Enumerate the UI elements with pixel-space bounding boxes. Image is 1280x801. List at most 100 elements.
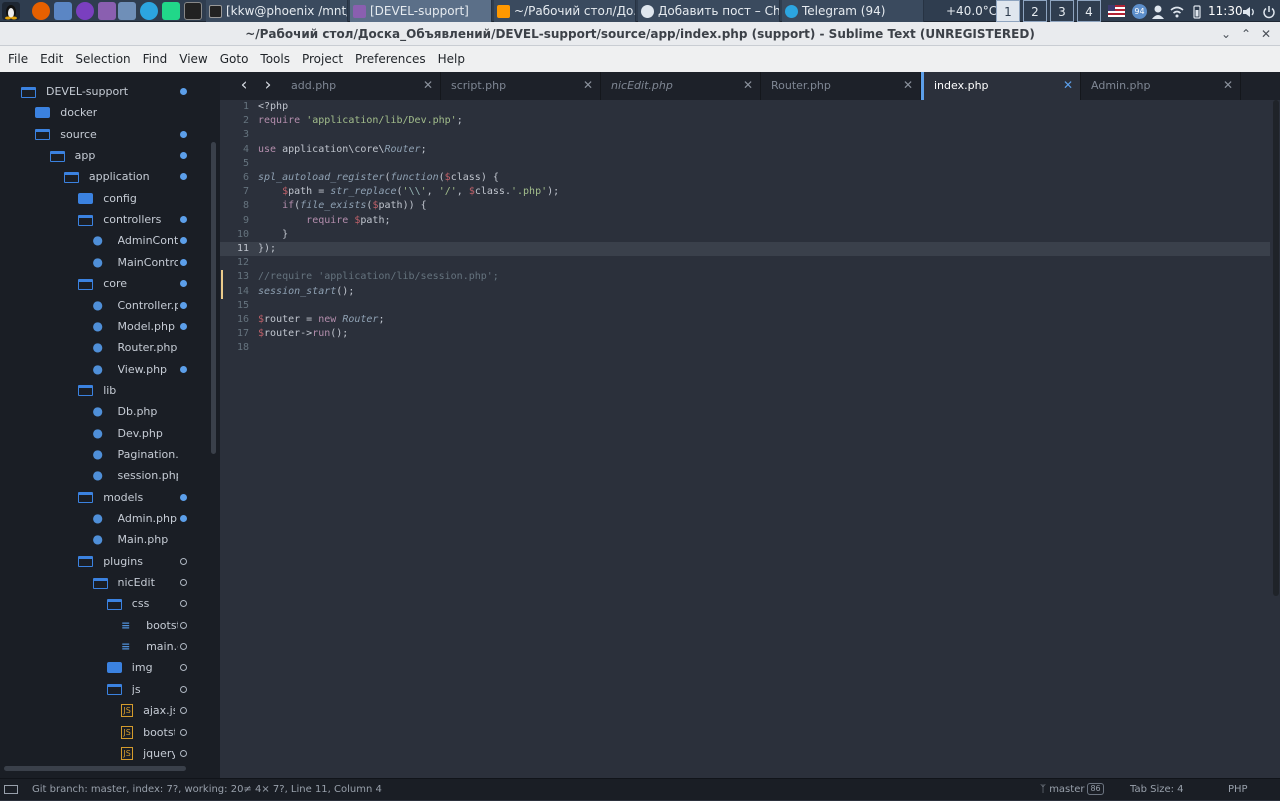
- sidebar-item[interactable]: lib: [0, 380, 210, 401]
- code-line[interactable]: [258, 157, 1270, 171]
- workspace-3[interactable]: 3: [1050, 0, 1074, 22]
- sidebar-item[interactable]: nicEdit: [0, 572, 210, 593]
- menu-project[interactable]: Project: [296, 46, 349, 72]
- tab-script-php[interactable]: script.php ✕: [441, 72, 601, 100]
- code-line[interactable]: }: [258, 228, 1270, 242]
- git-branch[interactable]: ᛉ master 86: [1040, 779, 1104, 801]
- code-line[interactable]: $router = new Router;: [258, 313, 1270, 327]
- sidebar-item[interactable]: core: [0, 273, 210, 294]
- sidebar-item[interactable]: js: [0, 679, 210, 700]
- sidebar-item[interactable]: app: [0, 145, 210, 166]
- code-editor[interactable]: 1 <?php 2 require 'application/lib/Dev.php'…: [220, 100, 1270, 778]
- sidebar-item[interactable]: JS jquery.min.js: [0, 743, 210, 764]
- firefox-icon[interactable]: [32, 2, 50, 20]
- status-panel-icon[interactable]: [4, 785, 18, 794]
- sidebar-item[interactable]: DEVEL-support: [0, 81, 210, 102]
- tab-nicedit-php[interactable]: nicEdit.php ✕: [601, 72, 761, 100]
- tab-close-icon[interactable]: ✕: [743, 78, 753, 92]
- menu-selection[interactable]: Selection: [69, 46, 136, 72]
- sidebar-item[interactable]: ● Model.php: [0, 316, 210, 337]
- code-line[interactable]: $router->run();: [258, 327, 1270, 341]
- clock[interactable]: 11:30: [1208, 0, 1243, 22]
- taskbar-window-telegram[interactable]: Telegram (94): [782, 0, 924, 22]
- code-line[interactable]: spl_autoload_register(function($class) {: [258, 171, 1270, 185]
- workspace-2[interactable]: 2: [1023, 0, 1047, 22]
- tab-nav-left-icon[interactable]: ‹: [234, 75, 254, 95]
- folder-launcher-icon[interactable]: [98, 2, 116, 20]
- sidebar-item[interactable]: docker: [0, 102, 210, 123]
- tab-close-icon[interactable]: ✕: [1223, 78, 1233, 92]
- code-line[interactable]: require $path;: [258, 214, 1270, 228]
- sidebar-item[interactable]: css: [0, 593, 210, 614]
- menu-find[interactable]: Find: [137, 46, 174, 72]
- syntax-mode[interactable]: PHP: [1228, 779, 1248, 801]
- menu-help[interactable]: Help: [432, 46, 471, 72]
- file-manager-icon[interactable]: [54, 2, 72, 20]
- taskbar-window-sublime[interactable]: ~/Рабочий стол/До...: [494, 0, 636, 22]
- tab-close-icon[interactable]: ✕: [423, 78, 433, 92]
- battery-icon[interactable]: [1190, 4, 1204, 19]
- sidebar-horizontal-scrollbar[interactable]: [4, 766, 186, 771]
- code-line[interactable]: <?php: [258, 100, 1270, 114]
- sidebar-item[interactable]: models: [0, 487, 210, 508]
- code-line[interactable]: $path = str_replace('\\', '/', $class.'.…: [258, 185, 1270, 199]
- code-line[interactable]: if(file_exists($path)) {: [258, 199, 1270, 213]
- sidebar-item[interactable]: config: [0, 188, 210, 209]
- code-line[interactable]: [258, 299, 1270, 313]
- maximize-icon[interactable]: ⌃: [1238, 26, 1254, 42]
- code-line[interactable]: [258, 341, 1270, 355]
- tab-admin-php[interactable]: Admin.php ✕: [1081, 72, 1241, 100]
- menu-tools[interactable]: Tools: [254, 46, 296, 72]
- sidebar-item[interactable]: source: [0, 124, 210, 145]
- workspace-1[interactable]: 1: [996, 0, 1020, 22]
- sidebar-item[interactable]: ● MainController.php: [0, 252, 210, 273]
- tab-close-icon[interactable]: ✕: [903, 78, 913, 92]
- tab-size[interactable]: Tab Size: 4: [1130, 779, 1184, 801]
- keyboard-layout-flag-icon[interactable]: [1108, 5, 1125, 17]
- sidebar-item[interactable]: JS bootstrap.js: [0, 722, 210, 743]
- notification-badge-icon[interactable]: 94: [1132, 4, 1147, 19]
- sidebar-item[interactable]: ● Admin.php: [0, 508, 210, 529]
- tab-router-php[interactable]: Router.php ✕: [761, 72, 921, 100]
- workspace-4[interactable]: 4: [1077, 0, 1101, 22]
- tab-close-icon[interactable]: ✕: [583, 78, 593, 92]
- menu-edit[interactable]: Edit: [34, 46, 69, 72]
- volume-icon[interactable]: [1242, 4, 1256, 18]
- code-line[interactable]: use application\core\Router;: [258, 143, 1270, 157]
- menu-file[interactable]: File: [2, 46, 34, 72]
- sidebar-item[interactable]: ● Db.php: [0, 401, 210, 422]
- tab-nav-right-icon[interactable]: ›: [258, 75, 278, 95]
- sidebar-item[interactable]: ≡ main.css: [0, 636, 210, 657]
- pycharm-icon[interactable]: [162, 2, 180, 20]
- sidebar-item[interactable]: ≡ bootstrap.css: [0, 615, 210, 636]
- power-icon[interactable]: [1262, 4, 1276, 19]
- sidebar-item[interactable]: ● Main.php: [0, 529, 210, 550]
- sidebar-item[interactable]: controllers: [0, 209, 210, 230]
- taskbar-window-devel-support[interactable]: [DEVEL-support]: [350, 0, 492, 22]
- menu-view[interactable]: View: [173, 46, 213, 72]
- sidebar-item[interactable]: ● Router.php: [0, 337, 210, 358]
- sidebar-item[interactable]: ● Controller.php: [0, 295, 210, 316]
- media-player-icon[interactable]: [76, 2, 94, 20]
- minimize-icon[interactable]: ⌄: [1218, 26, 1234, 42]
- dolphin-icon[interactable]: [118, 2, 136, 20]
- sidebar-item[interactable]: plugins: [0, 551, 210, 572]
- code-line[interactable]: [258, 128, 1270, 142]
- code-line[interactable]: });: [258, 242, 1270, 256]
- taskbar-window-terminal[interactable]: [kkw@phoenix /mnt/...: [206, 0, 348, 22]
- user-icon[interactable]: [1152, 4, 1164, 19]
- sidebar-item[interactable]: ● session.php: [0, 465, 210, 486]
- editor-scrollbar[interactable]: [1273, 100, 1279, 596]
- sidebar-item[interactable]: ● View.php: [0, 359, 210, 380]
- telegram-launcher-icon[interactable]: [140, 2, 158, 20]
- sidebar-item[interactable]: img: [0, 657, 210, 678]
- code-line[interactable]: require 'application/lib/Dev.php';: [258, 114, 1270, 128]
- tab-index-php[interactable]: index.php ✕: [921, 72, 1081, 100]
- linux-menu-icon[interactable]: [2, 2, 20, 20]
- code-line[interactable]: //require 'application/lib/session.php';: [258, 270, 1270, 284]
- tab-close-icon[interactable]: ✕: [1063, 78, 1073, 92]
- close-icon[interactable]: ✕: [1258, 26, 1274, 42]
- sidebar-scrollbar[interactable]: [211, 142, 216, 454]
- tab-add-php[interactable]: add.php ✕: [281, 72, 441, 100]
- menu-goto[interactable]: Goto: [214, 46, 255, 72]
